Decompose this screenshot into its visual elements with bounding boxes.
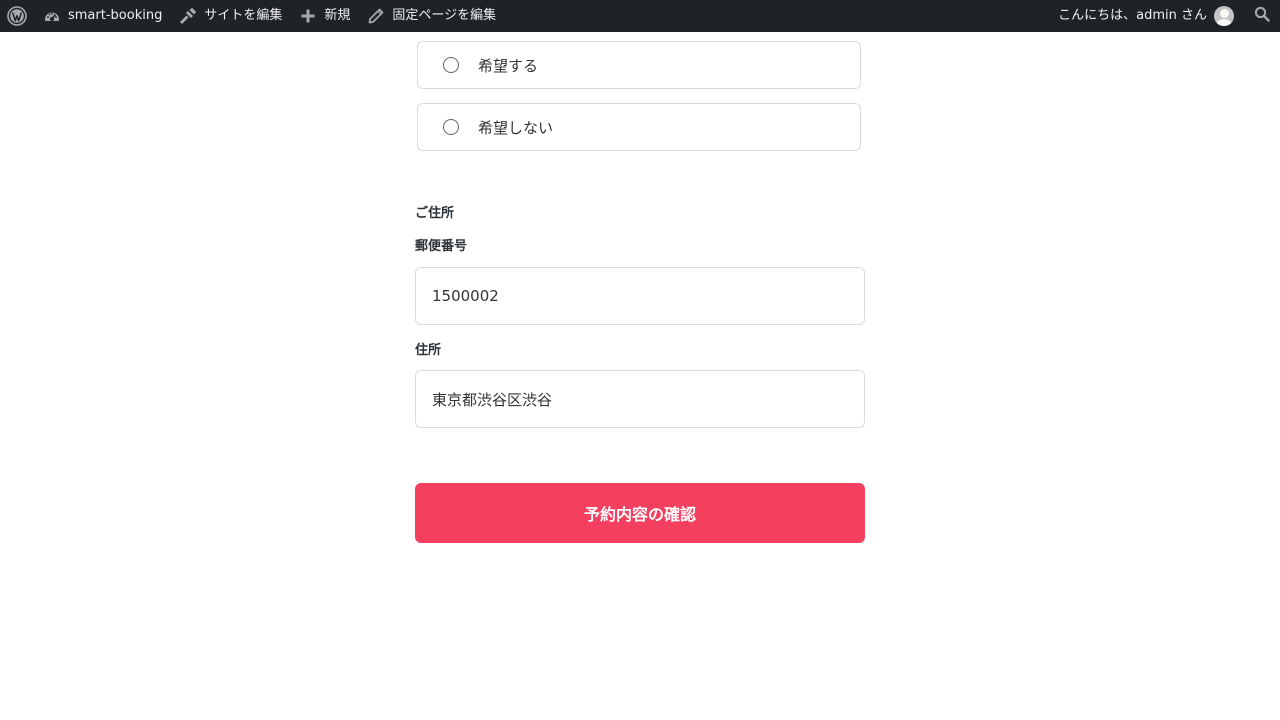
- edit-site-label: サイトを編集: [204, 8, 283, 23]
- new-content-menu[interactable]: 新規: [290, 0, 358, 32]
- address-label: 住所: [415, 343, 442, 358]
- dashboard-icon: [42, 6, 62, 26]
- edit-page-menu[interactable]: 固定ページを編集: [358, 0, 504, 32]
- radio-button[interactable]: [443, 119, 459, 135]
- address-input[interactable]: [415, 370, 865, 428]
- radio-option-not-want[interactable]: 希望しない: [417, 103, 861, 151]
- admin-bar-search[interactable]: [1242, 0, 1280, 32]
- admin-bar: smart-booking サイトを編集 新規 固定ページを編集 こんにちは、a…: [0, 0, 1280, 32]
- wordpress-icon: [7, 6, 27, 26]
- radio-label: 希望しない: [478, 118, 554, 137]
- address-section-title: ご住所: [415, 206, 455, 221]
- confirm-booking-button[interactable]: 予約内容の確認: [415, 483, 865, 543]
- radio-button[interactable]: [443, 57, 459, 73]
- admin-bar-left: smart-booking サイトを編集 新規 固定ページを編集: [0, 0, 504, 32]
- new-content-label: 新規: [324, 8, 351, 23]
- admin-bar-right: こんにちは、admin さん: [1050, 0, 1280, 32]
- pencil-icon: [366, 6, 386, 26]
- greeting-label: こんにちは、admin さん: [1058, 8, 1207, 23]
- site-name-label: smart-booking: [68, 8, 163, 23]
- edit-site-menu[interactable]: サイトを編集: [170, 0, 290, 32]
- site-name-menu[interactable]: smart-booking: [34, 0, 170, 32]
- radio-label: 希望する: [478, 56, 539, 75]
- avatar: [1214, 6, 1234, 26]
- brush-icon: [178, 6, 198, 26]
- edit-page-label: 固定ページを編集: [392, 8, 497, 23]
- wordpress-logo-menu[interactable]: [0, 0, 34, 32]
- plus-icon: [298, 6, 318, 26]
- radio-option-want[interactable]: 希望する: [417, 41, 861, 89]
- search-icon: [1254, 6, 1270, 26]
- my-account-menu[interactable]: こんにちは、admin さん: [1050, 0, 1242, 32]
- postal-code-input[interactable]: [415, 267, 865, 325]
- postal-code-label: 郵便番号: [415, 239, 468, 254]
